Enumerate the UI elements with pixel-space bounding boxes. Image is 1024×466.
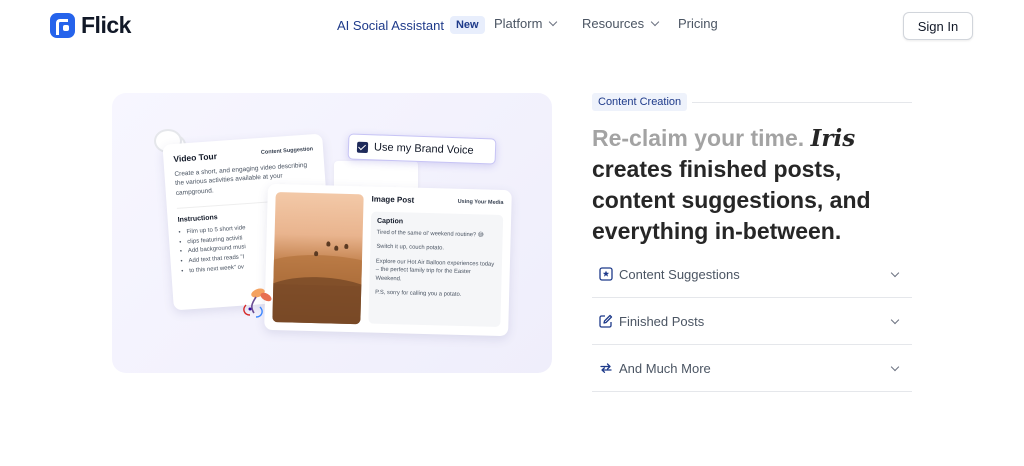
chevron-down-icon	[890, 268, 900, 278]
video-card-tag: Content Suggestion	[260, 146, 314, 156]
nav-platform-label: Platform	[494, 16, 543, 31]
logo-text: Flick	[81, 12, 131, 38]
chevron-down-icon	[650, 17, 660, 27]
accordion-finished-posts[interactable]: Finished Posts	[592, 298, 912, 345]
accordion-and-much-more[interactable]: And Much More	[592, 345, 912, 392]
top-nav: Flick AI Social Assistant New Platform R…	[0, 0, 1024, 52]
section-headline: Re-claim your time. Iris creates finishe…	[592, 123, 922, 247]
nav-ai-label: AI Social Assistant	[337, 17, 444, 33]
flower-doodle-icon	[243, 288, 272, 318]
image-card-title: Image Post	[371, 194, 415, 205]
logo[interactable]: Flick	[50, 12, 131, 39]
brand-voice-checkbox: Use my Brand Voice	[347, 133, 497, 165]
image-post-card: Image Post Using Your Media Caption Tire…	[264, 183, 512, 337]
accordion-label: And Much More	[619, 360, 711, 376]
divider	[692, 102, 912, 103]
caption-line: Tired of the same ol' weekend routine? 😅	[376, 229, 484, 239]
sign-in-button[interactable]: Sign In	[903, 12, 973, 40]
chevron-down-icon	[549, 17, 558, 27]
nav-resources-label: Resources	[582, 16, 645, 31]
accordion-label: Finished Posts	[619, 313, 705, 329]
image-card-tag: Using Your Media	[457, 198, 504, 206]
checkbox-checked-icon	[356, 141, 369, 153]
edit-icon	[599, 314, 613, 328]
new-badge: New	[449, 16, 485, 34]
features-accordion: Content Suggestions Finished Posts And M…	[592, 251, 912, 392]
section-eyebrow: Content Creation	[592, 93, 688, 111]
accordion-content-suggestions[interactable]: Content Suggestions	[592, 251, 912, 298]
caption-title: Caption	[376, 217, 404, 226]
star-box-icon	[599, 267, 613, 281]
repeat-icon	[600, 363, 612, 373]
caption-box: Caption Tired of the same ol' weekend ro…	[368, 211, 504, 327]
nav-pricing[interactable]: Pricing	[678, 16, 718, 31]
hot-air-balloon-photo	[272, 192, 364, 325]
accordion-label: Content Suggestions	[619, 266, 740, 282]
nav-ai-social-assistant[interactable]: AI Social Assistant New	[337, 16, 485, 34]
nav-resources[interactable]: Resources	[582, 16, 660, 31]
flick-logo-icon	[50, 13, 75, 38]
caption-line: Explore our Hot Air Balloon experiences …	[375, 258, 495, 282]
feature-illustration: Video Tour Content Suggestion Create a s…	[112, 93, 552, 373]
chevron-down-icon	[890, 362, 900, 372]
nav-platform[interactable]: Platform	[494, 16, 558, 31]
caption-line: P.S, sorry for calling you a potato.	[375, 289, 462, 298]
nav-pricing-label: Pricing	[678, 16, 718, 31]
chevron-down-icon	[890, 315, 900, 325]
brand-voice-label: Use my Brand Voice	[373, 141, 474, 157]
caption-line: Switch it up, couch potato.	[376, 244, 445, 252]
headline-iris: Iris	[810, 125, 856, 152]
headline-muted: Re-claim your time.	[592, 125, 805, 151]
eyebrow-row: Content Creation	[592, 93, 912, 111]
headline-rest: creates finished posts, content suggesti…	[592, 156, 871, 244]
video-card-title: Video Tour	[173, 151, 218, 165]
